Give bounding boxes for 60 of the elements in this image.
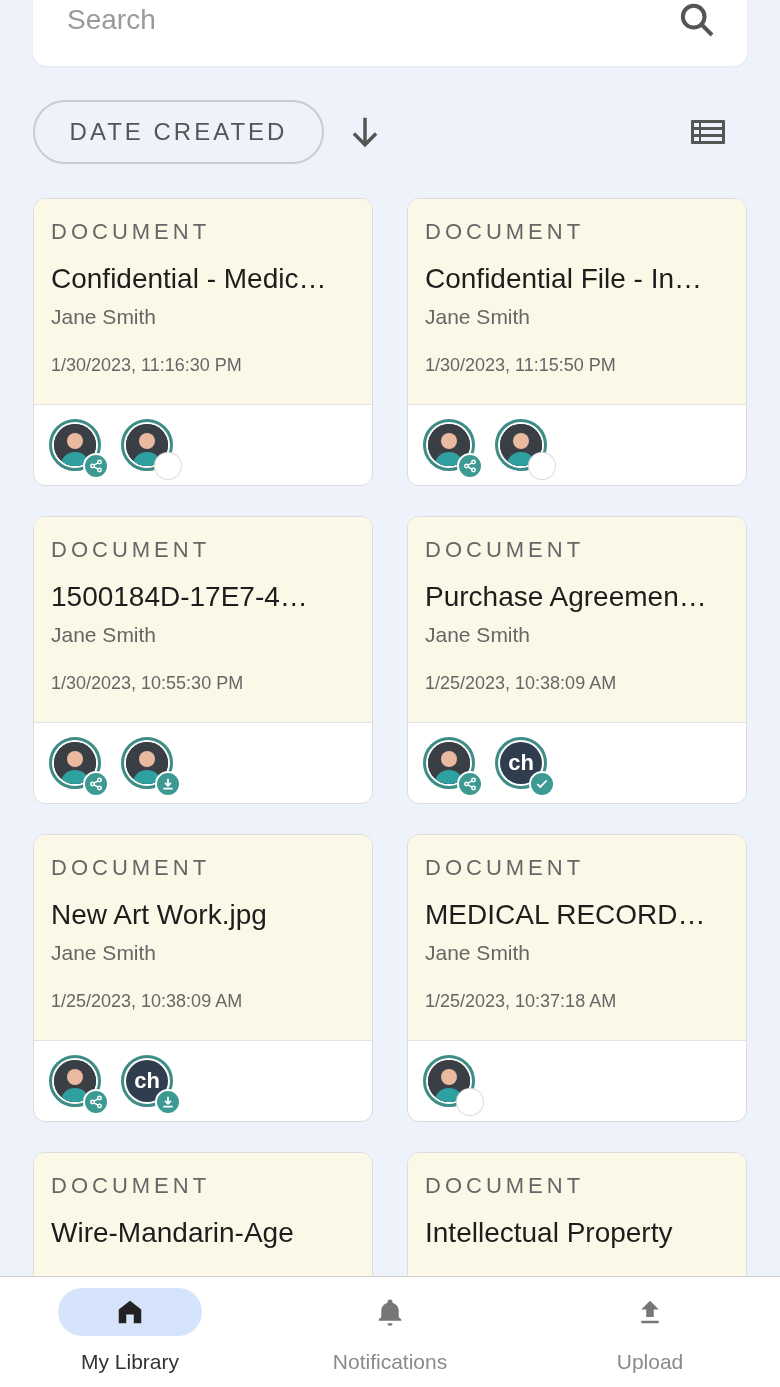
- document-card[interactable]: DOCUMENT 1500184D-17E7-4… Jane Smith 1/30/2023, 10:55:30 PM: [33, 516, 373, 804]
- document-title: Confidential - Medic…: [51, 263, 328, 295]
- document-title: Wire-Mandarin-Age: [51, 1217, 295, 1249]
- user-avatar[interactable]: [423, 1055, 475, 1107]
- document-owner: Jane Smith: [425, 941, 532, 965]
- document-type: DOCUMENT: [425, 1173, 586, 1199]
- user-avatar[interactable]: [49, 1055, 101, 1107]
- document-date: 1/30/2023, 10:55:30 PM: [51, 673, 245, 694]
- share-icon: [89, 1095, 103, 1109]
- list-view-icon[interactable]: [691, 117, 725, 147]
- user-avatar[interactable]: [423, 737, 475, 789]
- download-icon: [161, 777, 175, 791]
- document-title: Intellectual Property: [425, 1217, 674, 1249]
- user-avatar[interactable]: [49, 419, 101, 471]
- document-type: DOCUMENT: [51, 537, 212, 563]
- document-type: DOCUMENT: [51, 855, 212, 881]
- document-owner: Jane Smith: [425, 305, 532, 329]
- document-date: 1/25/2023, 10:38:09 AM: [51, 991, 244, 1012]
- share-icon: [89, 777, 103, 791]
- search-bar[interactable]: Search: [33, 0, 747, 66]
- document-title: New Art Work.jpg: [51, 899, 268, 931]
- document-card[interactable]: DOCUMENT Wire-Mandarin-Age: [33, 1152, 373, 1276]
- document-card[interactable]: DOCUMENT Confidential - Medic… Jane Smith 1/30/2023, 11:16:30 PM: [33, 198, 373, 486]
- user-avatar[interactable]: [495, 419, 547, 471]
- document-card[interactable]: DOCUMENT Confidential File - In… Jane Smith 1/30/2023, 11:15:50 PM: [407, 198, 747, 486]
- check-icon: [535, 777, 549, 791]
- document-title: MEDICAL RECORD…: [425, 899, 707, 931]
- document-title: 1500184D-17E7-4…: [51, 581, 309, 613]
- user-avatar[interactable]: [423, 419, 475, 471]
- share-icon: [463, 777, 477, 791]
- document-title: Purchase Agreemen…: [425, 581, 708, 613]
- document-card[interactable]: DOCUMENT Purchase Agreemen… Jane Smith 1/25/2023, 10:38:09 AM ch: [407, 516, 747, 804]
- user-avatar[interactable]: [121, 737, 173, 789]
- document-type: DOCUMENT: [51, 219, 212, 245]
- document-date: 1/25/2023, 10:38:09 AM: [425, 673, 618, 694]
- document-type: DOCUMENT: [425, 219, 586, 245]
- document-owner: Jane Smith: [51, 623, 158, 647]
- document-owner: Jane Smith: [51, 305, 158, 329]
- document-card[interactable]: DOCUMENT New Art Work.jpg Jane Smith 1/25/2023, 10:38:09 AM ch: [33, 834, 373, 1122]
- document-owner: Jane Smith: [425, 623, 532, 647]
- document-type: DOCUMENT: [425, 855, 586, 881]
- document-type: DOCUMENT: [425, 537, 586, 563]
- download-icon: [161, 1095, 175, 1109]
- user-avatar[interactable]: [121, 419, 173, 471]
- document-date: 1/30/2023, 11:16:30 PM: [51, 355, 243, 376]
- user-avatar[interactable]: ch: [495, 737, 547, 789]
- document-type: DOCUMENT: [51, 1173, 212, 1199]
- user-avatar[interactable]: [49, 737, 101, 789]
- sort-button[interactable]: DATE CREATED: [33, 100, 324, 164]
- document-card[interactable]: DOCUMENT MEDICAL RECORD… Jane Smith 1/25/2023, 10:37:18 AM: [407, 834, 747, 1122]
- document-card[interactable]: DOCUMENT Intellectual Property: [407, 1152, 747, 1276]
- share-icon: [89, 459, 103, 473]
- user-avatar[interactable]: ch: [121, 1055, 173, 1107]
- share-icon: [463, 459, 477, 473]
- nav-tab[interactable]: My Library: [30, 1287, 230, 1375]
- document-title: Confidential File - In…: [425, 263, 703, 295]
- search-field[interactable]: Search: [65, 3, 469, 37]
- document-date: 1/25/2023, 10:37:18 AM: [425, 991, 618, 1012]
- document-date: 1/30/2023, 11:15:50 PM: [425, 355, 617, 376]
- document-owner: Jane Smith: [51, 941, 158, 965]
